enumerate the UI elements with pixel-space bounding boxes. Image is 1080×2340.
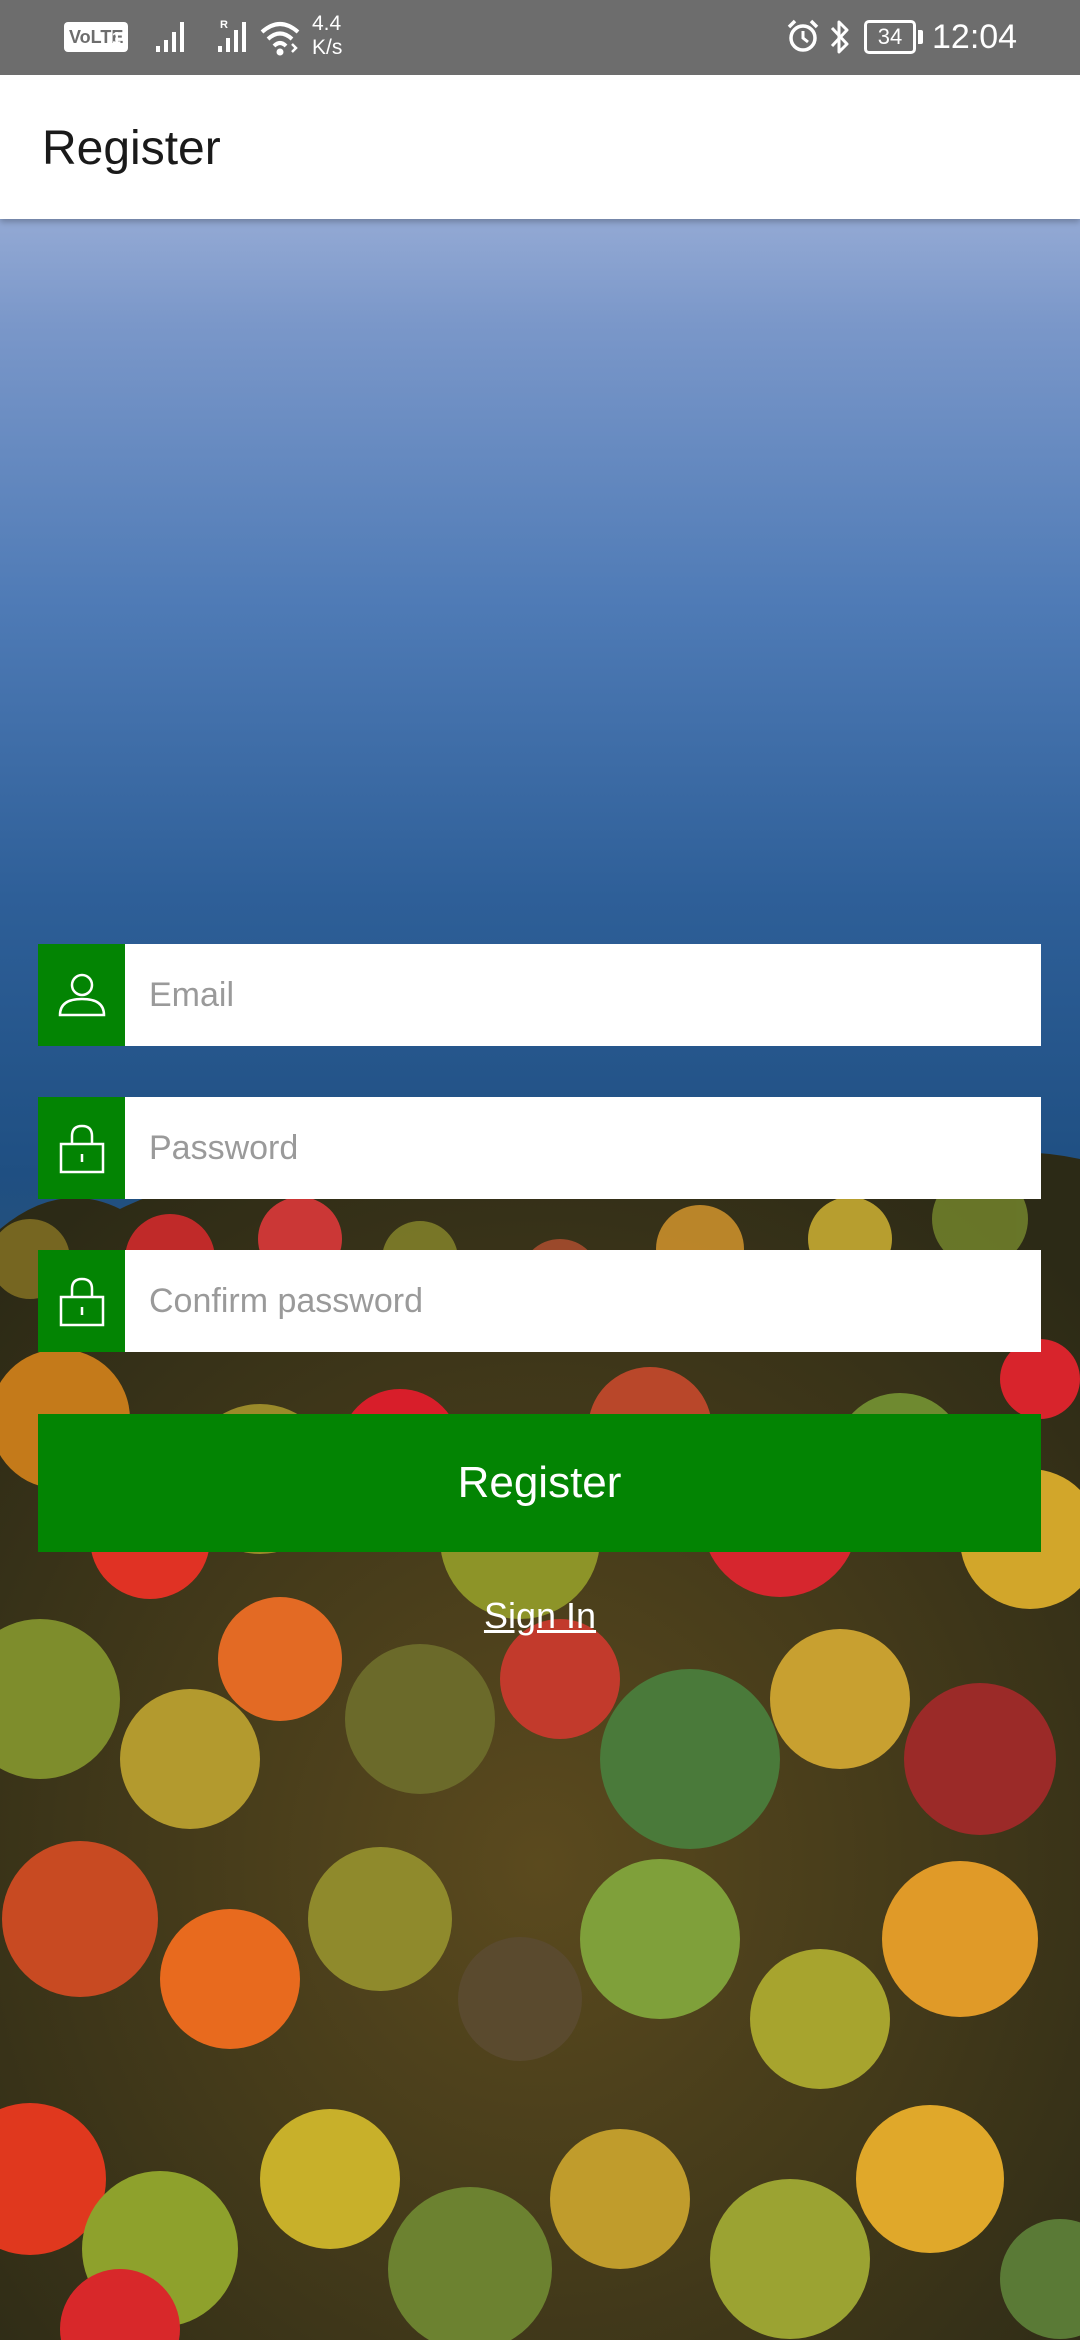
lock-icon (38, 1250, 125, 1352)
register-button[interactable]: Register (38, 1414, 1041, 1552)
sim-slot-label: 1 (112, 30, 121, 47)
alarm-icon (787, 19, 819, 52)
register-screen: VoLTE 1 R 4.4 K/s 34 12:04 Register Emai… (0, 0, 1080, 2340)
app-bar: Register (0, 75, 1080, 219)
password-field (38, 1097, 1041, 1199)
status-time: 12:04 (932, 18, 1018, 56)
battery-tip (918, 30, 923, 44)
network-speed-value: 4.4 (312, 12, 342, 35)
battery-icon: 34 (864, 20, 916, 54)
page-title: Register (42, 122, 221, 175)
network-speed-unit: K/s (312, 36, 343, 59)
sign-in-link[interactable]: Sign In (0, 1592, 1080, 1640)
bluetooth-icon (830, 20, 849, 54)
lock-icon (38, 1097, 125, 1199)
confirm-password-input[interactable] (125, 1250, 1041, 1352)
email-field (38, 944, 1041, 1046)
roaming-signal-icon: R (218, 19, 246, 52)
user-icon (38, 944, 125, 1046)
confirm-password-field (38, 1250, 1041, 1352)
svg-text:R: R (220, 19, 228, 31)
status-bar: VoLTE 1 R 4.4 K/s 34 12:04 (0, 0, 1080, 75)
network-speed: 4.4 K/s (312, 12, 342, 60)
wifi-icon (260, 22, 300, 56)
password-input[interactable] (125, 1097, 1041, 1199)
email-input[interactable] (125, 944, 1041, 1046)
signal-icon (156, 22, 184, 52)
